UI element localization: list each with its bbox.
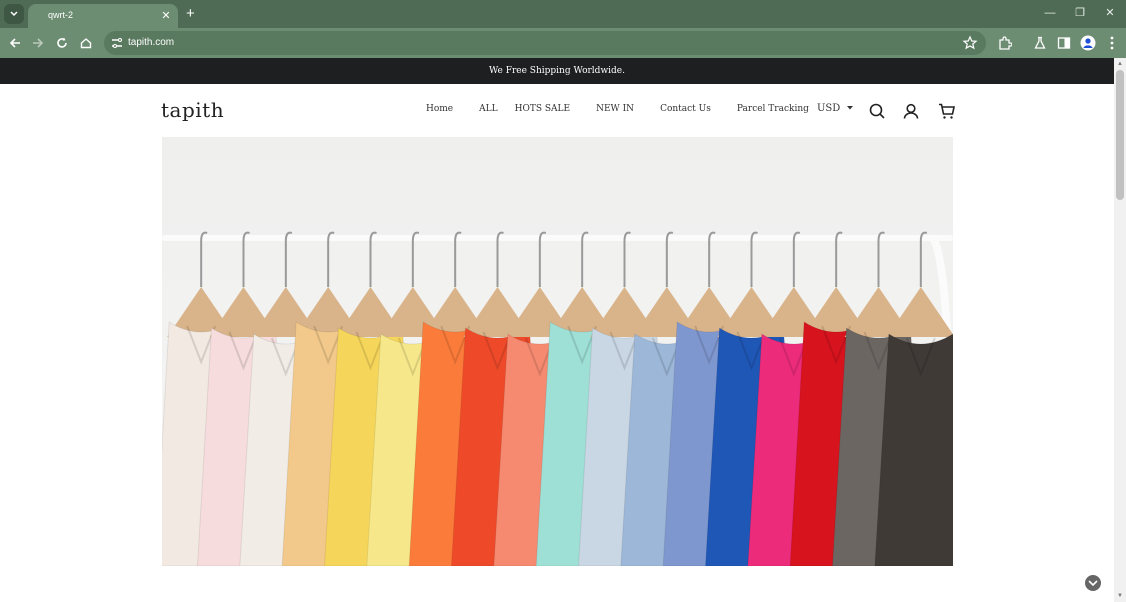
- reload-icon: [57, 37, 67, 48]
- labs-button[interactable]: [1031, 34, 1049, 52]
- home-icon: [80, 38, 92, 49]
- browser-tabstrip: qwrt-2 ✕ + — ❐ ✕: [0, 0, 1126, 28]
- side-panel-icon: [1057, 37, 1071, 49]
- bookmark-star-icon[interactable]: [962, 35, 978, 51]
- clothes-rack-illustration: [162, 137, 953, 566]
- scroll-thumb[interactable]: [1116, 70, 1124, 200]
- announcement-bar: We Free Shipping Worldwide.: [0, 58, 1114, 84]
- minimize-icon[interactable]: —: [1043, 6, 1057, 20]
- site-logo[interactable]: tapith: [161, 98, 224, 122]
- tab-close-icon[interactable]: ✕: [160, 10, 172, 22]
- nav-home[interactable]: Home: [426, 104, 453, 114]
- back-arrow-icon: [9, 38, 20, 48]
- scroll-down-icon[interactable]: ▼: [1116, 592, 1124, 600]
- profile-avatar-icon: [1080, 35, 1096, 51]
- url-text: tapith.com: [128, 37, 175, 48]
- restore-icon[interactable]: ❐: [1073, 6, 1087, 20]
- nav-parcel-tracking[interactable]: Parcel Tracking: [737, 104, 809, 114]
- flask-icon: [1034, 36, 1046, 49]
- nav-all[interactable]: ALL: [479, 104, 497, 114]
- hero-banner[interactable]: [162, 137, 953, 566]
- browser-menu-button[interactable]: [1103, 34, 1121, 52]
- new-tab-icon[interactable]: +: [186, 6, 195, 21]
- chat-bubble-icon: [1088, 580, 1098, 587]
- nav-contact-us[interactable]: Contact Us: [660, 104, 711, 114]
- nav-new-in[interactable]: NEW IN: [596, 104, 634, 114]
- side-panel-button[interactable]: [1055, 34, 1073, 52]
- site-settings-icon[interactable]: [110, 36, 124, 50]
- browser-toolbar: tapith.com: [0, 28, 1126, 58]
- page-scrollbar[interactable]: ▲ ▼: [1114, 58, 1126, 602]
- caret-down-icon: [847, 106, 854, 110]
- rack-rail: [162, 235, 953, 241]
- puzzle-icon: [999, 36, 1012, 50]
- tab-title: qwrt-2: [48, 10, 74, 20]
- home-button[interactable]: [76, 33, 96, 53]
- currency-selector[interactable]: USD: [817, 103, 854, 114]
- account-icon[interactable]: [902, 102, 920, 120]
- main-nav: Home ALL HOTS SALE NEW IN Contact Us Par…: [426, 104, 809, 114]
- forward-button[interactable]: [28, 33, 48, 53]
- floating-help-button[interactable]: [1085, 575, 1101, 591]
- profile-button[interactable]: [1079, 34, 1097, 52]
- kebab-menu-icon: [1110, 36, 1114, 50]
- forward-arrow-icon: [33, 38, 44, 48]
- address-bar[interactable]: tapith.com: [104, 31, 986, 55]
- back-button[interactable]: [5, 33, 25, 53]
- page-viewport: We Free Shipping Worldwide. tapith Home …: [0, 58, 1114, 602]
- tab-search-button[interactable]: [4, 4, 24, 24]
- extensions-button[interactable]: [996, 34, 1014, 52]
- cart-icon[interactable]: [938, 102, 956, 120]
- search-icon[interactable]: [868, 102, 886, 120]
- currency-label: USD: [817, 103, 841, 114]
- nav-hots-sale[interactable]: HOTS SALE: [515, 104, 570, 114]
- close-window-icon[interactable]: ✕: [1103, 6, 1117, 20]
- browser-tab[interactable]: qwrt-2 ✕: [28, 4, 178, 28]
- scroll-up-icon[interactable]: ▲: [1116, 60, 1124, 68]
- chevron-down-icon: [10, 11, 18, 17]
- reload-button[interactable]: [52, 33, 72, 53]
